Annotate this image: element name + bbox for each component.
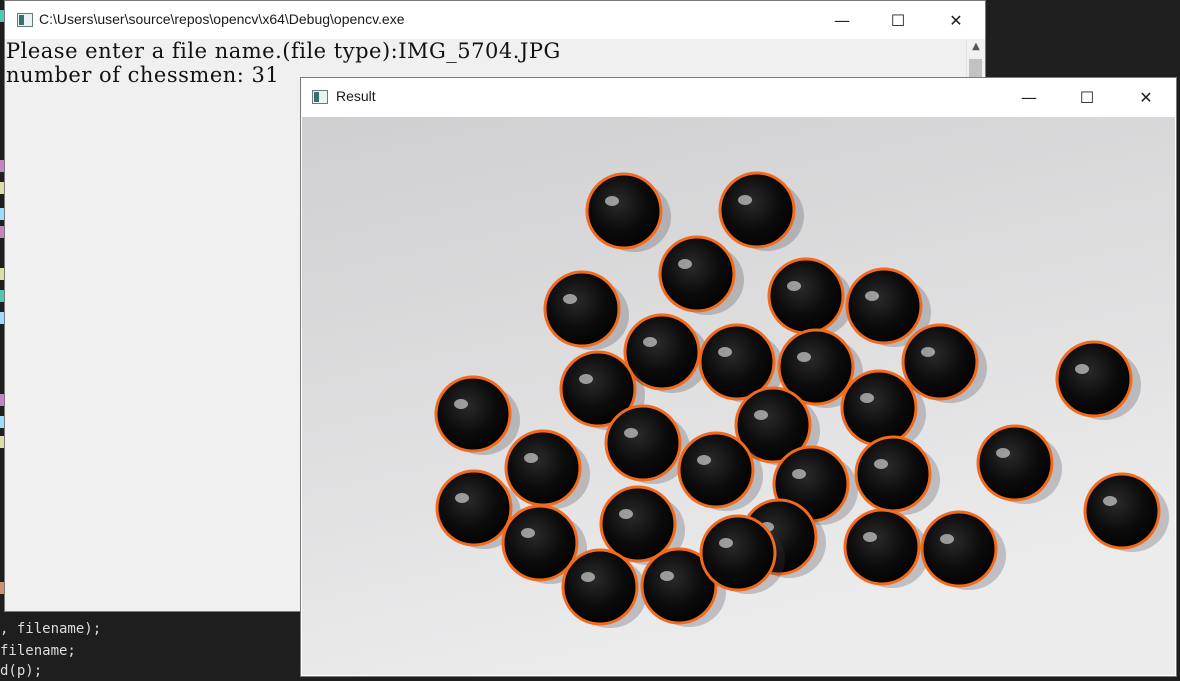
result-minimize-button[interactable]: — (1000, 78, 1058, 116)
code-line: , filename); (0, 621, 102, 637)
console-title: C:\Users\user\source\repos\opencv\x64\De… (39, 11, 405, 27)
scroll-thumb[interactable] (969, 59, 982, 77)
console-window-icon (17, 13, 33, 27)
console-minimize-button[interactable]: — (813, 1, 871, 39)
result-title: Result (336, 88, 376, 104)
result-window[interactable]: Result — ☐ ✕ (300, 77, 1177, 677)
console-close-button[interactable]: ✕ (927, 1, 985, 39)
chessmen-photo (302, 117, 1175, 675)
scroll-up-icon[interactable]: ▲ (967, 41, 985, 57)
result-window-icon (312, 90, 328, 104)
console-maximize-button[interactable]: ☐ (869, 1, 927, 39)
console-output-line: number of chessmen: 31 (6, 63, 280, 87)
desktop-background (986, 0, 1180, 78)
code-line: d(p); (0, 663, 43, 679)
result-image[interactable] (302, 117, 1175, 675)
console-output-line: Please enter a file name.(file type):IMG… (6, 39, 561, 63)
result-maximize-button[interactable]: ☐ (1058, 78, 1116, 116)
code-line: filename; (0, 643, 76, 659)
console-titlebar[interactable]: C:\Users\user\source\repos\opencv\x64\De… (5, 1, 985, 39)
result-close-button[interactable]: ✕ (1117, 78, 1175, 116)
result-titlebar[interactable]: Result — ☐ ✕ (301, 78, 1176, 116)
